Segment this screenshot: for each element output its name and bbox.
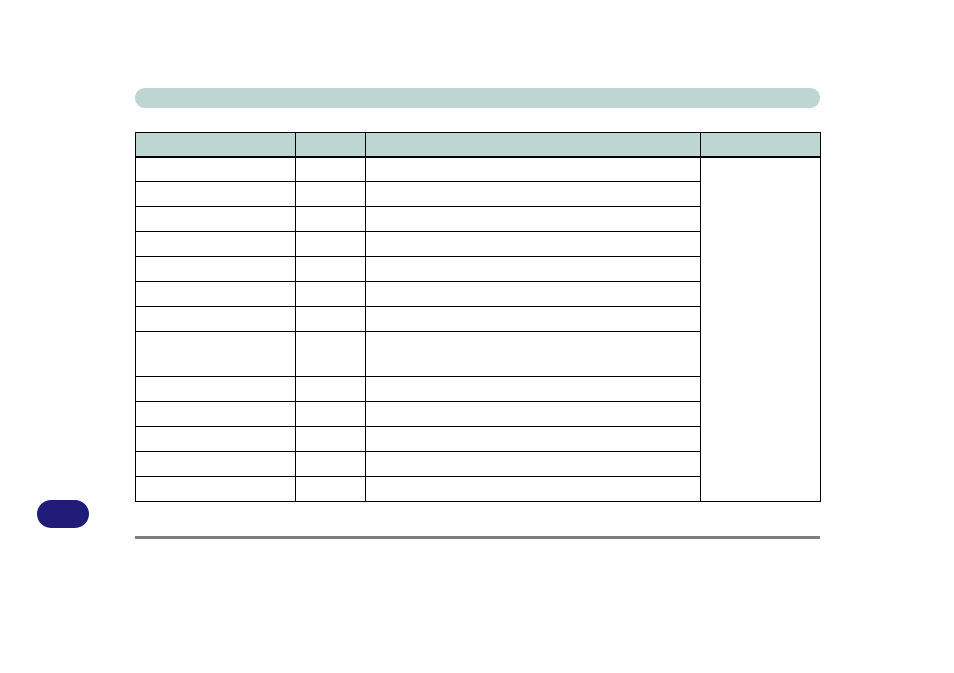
table-row bbox=[136, 157, 821, 182]
cell-c1 bbox=[136, 257, 296, 282]
cell-c3 bbox=[366, 452, 701, 477]
cell-c1 bbox=[136, 282, 296, 307]
cell-c2 bbox=[296, 207, 366, 232]
table-header-row bbox=[136, 133, 821, 157]
col-header-1 bbox=[136, 133, 296, 157]
cell-c1 bbox=[136, 182, 296, 207]
cell-c2 bbox=[296, 157, 366, 182]
section-title-bar bbox=[135, 88, 820, 108]
cell-c1 bbox=[136, 377, 296, 402]
footer-divider bbox=[135, 536, 820, 539]
col-header-2 bbox=[296, 133, 366, 157]
cell-c1 bbox=[136, 307, 296, 332]
cell-c2 bbox=[296, 477, 366, 502]
cell-c2 bbox=[296, 332, 366, 377]
data-table bbox=[135, 132, 821, 502]
cell-c1 bbox=[136, 332, 296, 377]
cell-c3 bbox=[366, 257, 701, 282]
cell-c3 bbox=[366, 332, 701, 377]
data-table-container bbox=[135, 132, 820, 502]
cell-c3 bbox=[366, 377, 701, 402]
cell-c3 bbox=[366, 182, 701, 207]
page-number-badge bbox=[37, 500, 89, 528]
cell-c2 bbox=[296, 377, 366, 402]
cell-c1 bbox=[136, 477, 296, 502]
table-body bbox=[136, 157, 821, 502]
cell-c1 bbox=[136, 232, 296, 257]
cell-c2 bbox=[296, 402, 366, 427]
cell-c2 bbox=[296, 307, 366, 332]
col-header-3 bbox=[366, 133, 701, 157]
cell-c2 bbox=[296, 427, 366, 452]
cell-c2 bbox=[296, 257, 366, 282]
cell-c2 bbox=[296, 182, 366, 207]
cell-c2 bbox=[296, 282, 366, 307]
cell-c2 bbox=[296, 232, 366, 257]
cell-c3 bbox=[366, 402, 701, 427]
cell-c3 bbox=[366, 232, 701, 257]
cell-c1 bbox=[136, 207, 296, 232]
cell-c3 bbox=[366, 427, 701, 452]
cell-c1 bbox=[136, 452, 296, 477]
cell-c3 bbox=[366, 207, 701, 232]
cell-c3 bbox=[366, 157, 701, 182]
col-header-4 bbox=[701, 133, 821, 157]
cell-c2 bbox=[296, 452, 366, 477]
page-content bbox=[135, 88, 820, 539]
notes-cell bbox=[701, 157, 821, 502]
cell-c1 bbox=[136, 157, 296, 182]
cell-c3 bbox=[366, 477, 701, 502]
cell-c3 bbox=[366, 282, 701, 307]
cell-c1 bbox=[136, 402, 296, 427]
cell-c3 bbox=[366, 307, 701, 332]
cell-c1 bbox=[136, 427, 296, 452]
